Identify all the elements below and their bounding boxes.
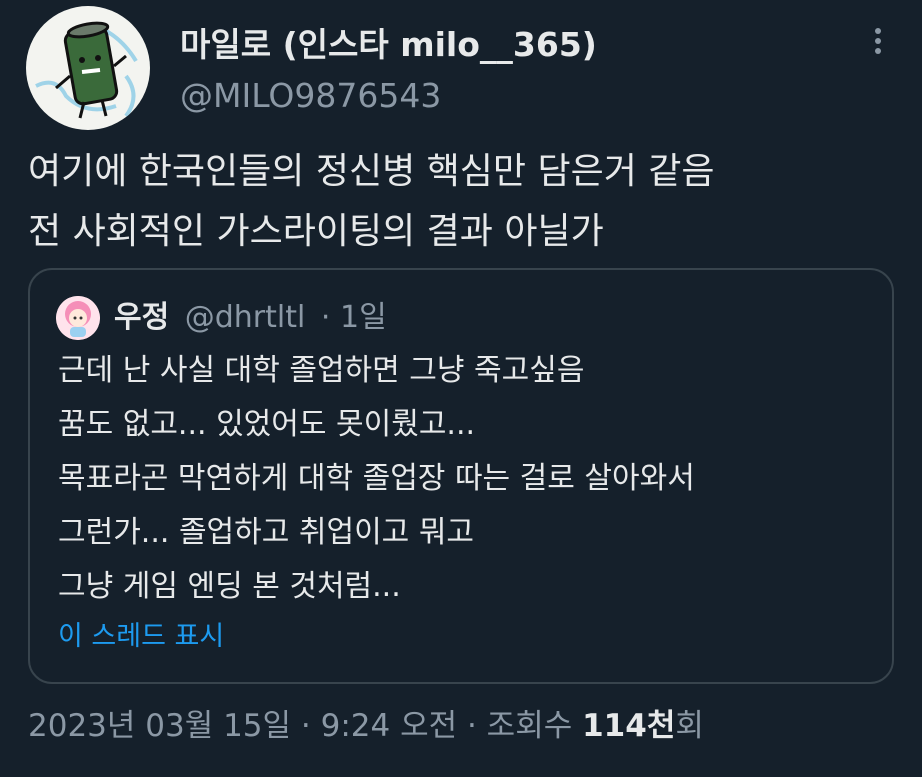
view-count: 114천	[582, 708, 676, 744]
author-handle[interactable]: @MILO9876543	[180, 76, 441, 115]
quoted-text-line: 목표라곤 막연하게 대학 졸업장 따는 걸로 살아와서	[58, 461, 695, 496]
more-options-icon[interactable]	[868, 24, 888, 58]
quoted-author-avatar[interactable]	[56, 296, 100, 340]
author-avatar[interactable]	[26, 6, 150, 130]
quoted-author-name[interactable]: 우정	[114, 300, 169, 335]
quoted-text-line: 꿈도 없고... 있었어도 못이뤘고...	[58, 407, 476, 442]
green-can-character-icon	[35, 21, 138, 119]
quoted-header: 우정 @dhrtltl · 1일	[114, 296, 387, 340]
quoted-text-line: 그냥 게임 엔딩 본 것처럼...	[58, 569, 401, 604]
tweet-text-line: 전 사회적인 가스라이팅의 결과 아닐가	[28, 211, 604, 252]
quoted-text: 근데 난 사실 대학 졸업하면 그냥 죽고싶음 꿈도 없고... 있었어도 못이…	[58, 344, 878, 614]
view-count-suffix: 회	[675, 708, 704, 744]
pink-hair-character-icon	[56, 296, 100, 340]
tweet-text-line: 여기에 한국인들의 정신병 핵심만 담은거 같음	[28, 151, 715, 192]
quoted-text-line: 근데 난 사실 대학 졸업하면 그냥 죽고싶음	[58, 353, 585, 388]
author-display-name[interactable]: 마일로 (인스타 milo__365)	[180, 18, 597, 66]
quoted-text-line: 그런가... 졸업하고 취업이고 뭐고	[58, 515, 475, 550]
quoted-separator: ·	[320, 300, 331, 335]
quoted-author-handle[interactable]: @dhrtltl	[185, 300, 306, 335]
quoted-tweet[interactable]: 우정 @dhrtltl · 1일 근데 난 사실 대학 졸업하면 그냥 죽고싶음…	[28, 268, 894, 684]
tweet-datetime[interactable]: 2023년 03월 15일 · 9:24 오전 · 조회수	[28, 708, 572, 744]
tweet-detail: 마일로 (인스타 milo__365) @MILO9876543 여기에 한국인…	[0, 0, 922, 777]
show-thread-link[interactable]: 이 스레드 표시	[58, 614, 224, 653]
tweet-metadata: 2023년 03월 15일 · 9:24 오전 · 조회수 114천회	[28, 700, 704, 745]
tweet-text: 여기에 한국인들의 정신병 핵심만 담은거 같음 전 사회적인 가스라이팅의 결…	[28, 142, 898, 262]
quoted-time[interactable]: 1일	[340, 300, 387, 335]
